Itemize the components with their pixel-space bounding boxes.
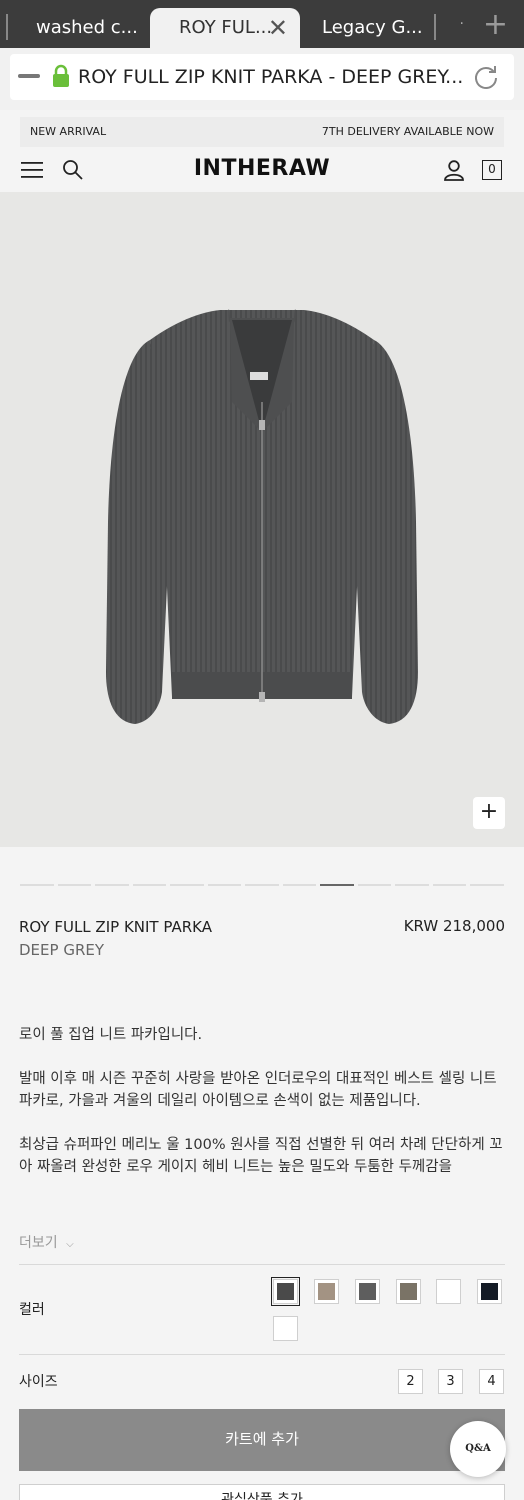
site-favicon-icon — [18, 74, 40, 78]
description-paragraph: 발매 이후 매 시즌 꾸준히 사랑을 받아온 인더로우의 대표적인 베스트 셀링… — [19, 1071, 497, 1109]
tab-separator — [6, 14, 8, 40]
add-to-cart-button[interactable]: 카트에 추가 — [19, 1409, 505, 1471]
qa-button[interactable]: Q&A — [450, 1421, 506, 1477]
product-color: DEEP GREY — [19, 941, 105, 959]
size-option[interactable]: 2 — [398, 1369, 423, 1394]
notice-bar: NEW ARRIVAL 7TH DELIVERY AVAILABLE NOW — [20, 117, 504, 147]
swatch-fill — [359, 1283, 376, 1300]
knit-parka-image — [106, 309, 418, 724]
color-swatch[interactable] — [355, 1279, 380, 1304]
close-icon[interactable]: ✕ — [268, 8, 288, 48]
gallery-progress-segment — [395, 884, 429, 886]
gallery-progress-segment — [207, 884, 242, 886]
lock-icon — [53, 64, 69, 87]
gallery-progress-segment — [95, 884, 129, 886]
delivery-notice[interactable]: 7TH DELIVERY AVAILABLE NOW — [322, 117, 494, 147]
gallery-progress — [20, 884, 504, 886]
color-swatch[interactable] — [273, 1316, 298, 1341]
overflow-dot: · — [459, 16, 464, 32]
swatch-fill — [318, 1283, 335, 1300]
browser-tab-active[interactable]: ROY FUL... ✕ — [150, 8, 300, 48]
read-more-label: 더보기 — [19, 1235, 58, 1251]
gallery-progress-segment — [170, 884, 204, 886]
swatch-fill — [440, 1283, 457, 1300]
size-label: 사이즈 — [19, 1374, 58, 1390]
gallery-progress-segment — [20, 884, 54, 886]
gallery-progress-segment — [132, 884, 167, 886]
product-price: KRW 218,000 — [403, 917, 505, 935]
browser-tab[interactable]: Legacy G... — [308, 8, 428, 48]
swatch-fill — [277, 1320, 294, 1337]
product-image[interactable]: + — [0, 192, 524, 847]
color-label: 컬러 — [19, 1302, 45, 1318]
swatch-fill — [400, 1283, 417, 1300]
address-bar-container: ROY FULL ZIP KNIT PARKA - DEEP GREY... — [0, 48, 524, 110]
browser-tab-strip: washed c... ROY FUL... ✕ Legacy G... · + — [0, 0, 524, 48]
gallery-progress-segment — [245, 884, 279, 886]
cart-icon[interactable]: 0 — [482, 160, 502, 180]
read-more-link[interactable]: 더보기 ⌵ — [19, 1232, 74, 1252]
divider — [19, 1354, 505, 1355]
swatch-fill — [481, 1283, 498, 1300]
swatch-fill — [277, 1283, 294, 1300]
tab-title: ROY FUL... — [179, 17, 273, 38]
gallery-progress-segment — [432, 884, 467, 886]
gallery-progress-segment — [320, 884, 354, 886]
color-swatch[interactable] — [314, 1279, 339, 1304]
new-tab-icon[interactable]: + — [483, 8, 508, 42]
gallery-progress-segment — [470, 884, 504, 886]
product-description: 로이 풀 집업 니트 파카입니다. 발매 이후 매 시즌 꾸준히 사랑을 받아온… — [19, 1024, 509, 1200]
tab-separator — [434, 14, 436, 40]
chevron-down-icon: ⌵ — [66, 1239, 74, 1250]
size-option[interactable]: 3 — [438, 1369, 463, 1394]
color-swatch[interactable] — [396, 1279, 421, 1304]
site-header: INTHERAW 0 — [0, 148, 524, 192]
gallery-progress-segment — [357, 884, 392, 886]
description-paragraph: 최상급 슈퍼파인 메리노 울 100% 원사를 직접 선별한 뒤 여러 차례 단… — [19, 1137, 503, 1175]
color-swatch[interactable] — [477, 1279, 502, 1304]
address-bar[interactable]: ROY FULL ZIP KNIT PARKA - DEEP GREY... — [10, 54, 514, 100]
gallery-progress-segment — [282, 884, 317, 886]
color-swatch[interactable] — [271, 1277, 300, 1306]
new-arrival-link[interactable]: NEW ARRIVAL — [30, 117, 106, 147]
zoom-button[interactable]: + — [473, 797, 505, 829]
address-text: ROY FULL ZIP KNIT PARKA - DEEP GREY... — [78, 66, 464, 88]
add-to-wishlist-button[interactable]: 관심상품 추가 — [19, 1484, 505, 1500]
product-name: ROY FULL ZIP KNIT PARKA — [19, 918, 212, 936]
browser-tab[interactable]: washed c... — [22, 8, 150, 48]
description-paragraph: 로이 풀 집업 니트 파카입니다. — [19, 1027, 203, 1043]
size-option[interactable]: 4 — [479, 1369, 504, 1394]
user-icon[interactable] — [443, 159, 465, 181]
reload-icon[interactable] — [472, 63, 500, 91]
gallery-progress-segment — [57, 884, 92, 886]
divider — [19, 1264, 505, 1265]
color-swatch[interactable] — [436, 1279, 461, 1304]
